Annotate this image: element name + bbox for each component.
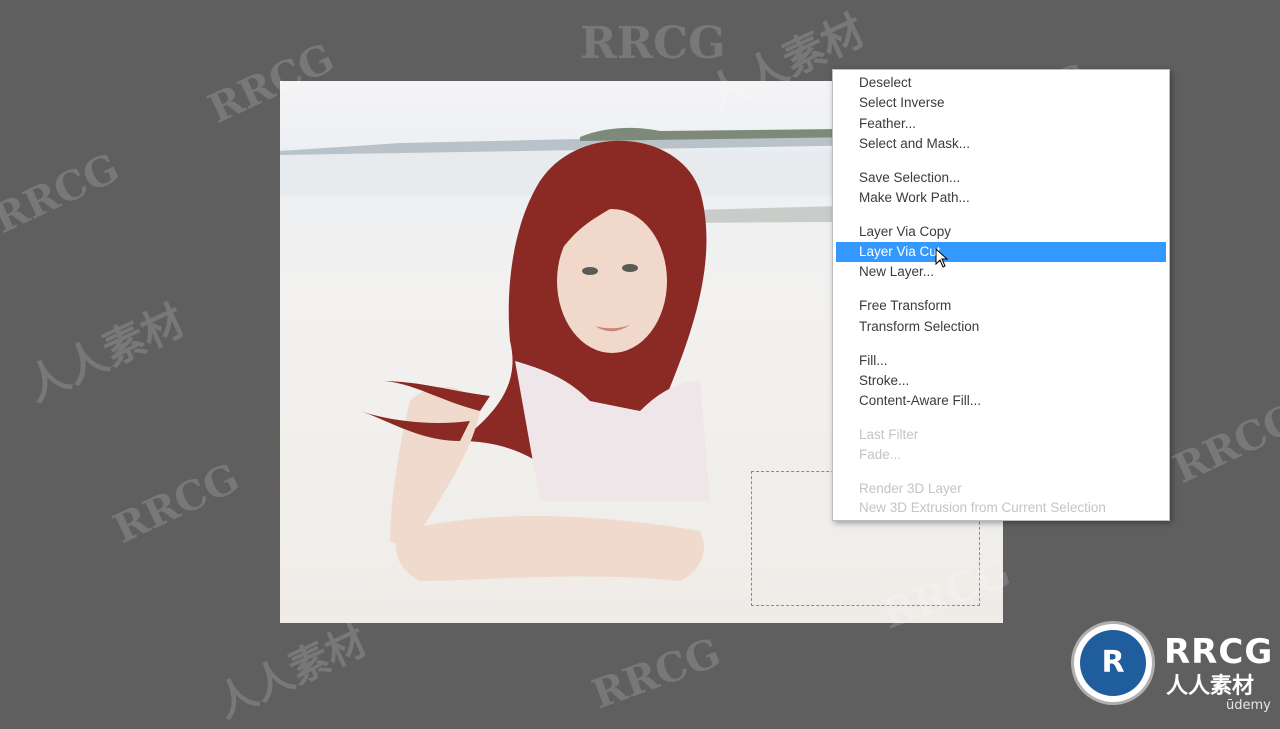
- watermark-text: RRCG: [106, 454, 247, 553]
- watermark-text: RRCG: [585, 628, 727, 719]
- menu-item-render-3d-layer: Render 3D Layer: [859, 481, 962, 496]
- menu-item-new-layer[interactable]: New Layer...: [836, 262, 1166, 282]
- context-menu[interactable]: Deselect Select Inverse Feather... Selec…: [832, 69, 1170, 521]
- menu-item-content-aware-fill[interactable]: Content-Aware Fill...: [836, 391, 1166, 411]
- rrcg-logo-icon: R: [1074, 624, 1152, 702]
- logo-name: RRCG: [1164, 632, 1274, 672]
- menu-item-feather[interactable]: Feather...: [836, 114, 1166, 134]
- menu-item-fade: Fade...: [859, 447, 902, 462]
- menu-item-free-transform[interactable]: Free Transform: [836, 296, 1166, 316]
- menu-item-new-3d-extrusion: New 3D Extrusion from Current Selection: [859, 500, 1106, 515]
- watermark-text-cn: 人人素材: [209, 617, 374, 728]
- menu-item-select-and-mask[interactable]: Select and Mask...: [836, 134, 1166, 154]
- menu-item-stroke[interactable]: Stroke...: [836, 371, 1166, 391]
- menu-item-fill[interactable]: Fill...: [836, 351, 1166, 371]
- watermark-text: RRCG: [580, 18, 726, 69]
- rrcg-logo: R RRCG 人人素材: [1074, 624, 1274, 704]
- watermark-text-cn: 人人素材: [18, 295, 192, 411]
- watermark-text: RRCG: [0, 144, 127, 243]
- menu-item-layer-via-cut[interactable]: Layer Via Cut: [836, 242, 1166, 262]
- logo-subtitle: 人人素材: [1166, 674, 1255, 699]
- watermark-text: RRCG: [1166, 394, 1280, 493]
- menu-item-last-filter: Last Filter: [859, 427, 919, 442]
- menu-item-layer-via-copy[interactable]: Layer Via Copy: [836, 222, 1166, 242]
- logo-monogram: R: [1080, 630, 1146, 696]
- udemy-brand: ūdemy: [1226, 698, 1271, 713]
- menu-item-transform-selection[interactable]: Transform Selection: [836, 317, 1166, 337]
- menu-item-deselect[interactable]: Deselect: [836, 73, 1166, 93]
- menu-item-select-inverse[interactable]: Select Inverse: [836, 93, 1166, 113]
- mouse-pointer-icon: [935, 248, 949, 268]
- menu-item-make-work-path[interactable]: Make Work Path...: [836, 188, 1166, 208]
- menu-item-save-selection[interactable]: Save Selection...: [836, 168, 1166, 188]
